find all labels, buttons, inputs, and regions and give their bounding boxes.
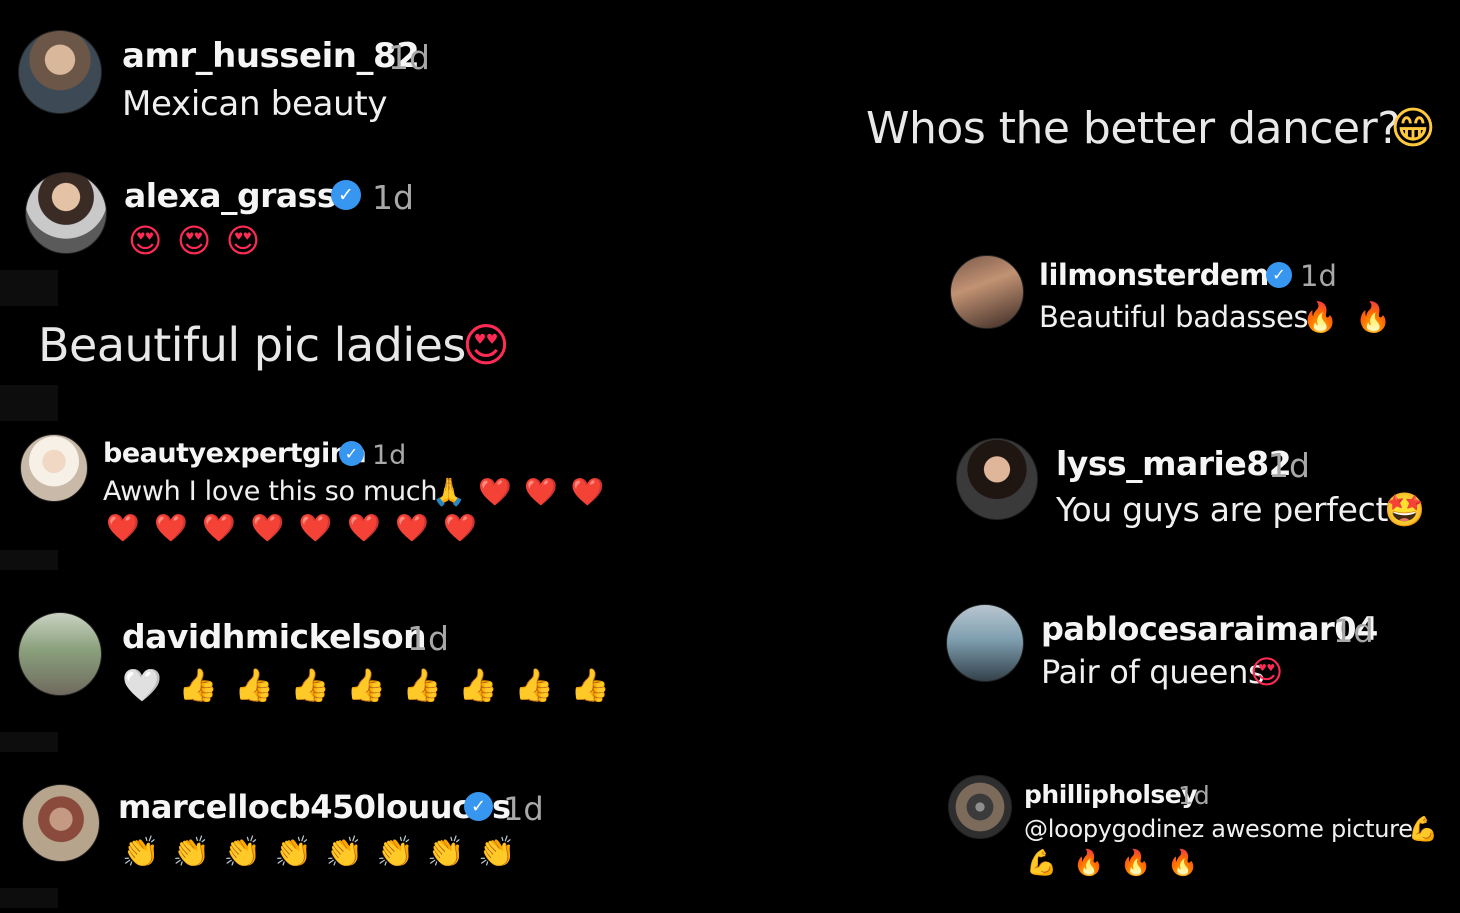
post-caption-right: Whos the better dancer? xyxy=(866,103,1401,154)
comment-text: Awwh I love this so much xyxy=(103,476,438,507)
verified-badge-icon: ✓ xyxy=(1266,262,1292,288)
comment-timestamp: 1d xyxy=(388,38,430,77)
comment-timestamp: 1d xyxy=(407,619,449,658)
comment-timestamp: 1d xyxy=(1178,781,1210,810)
avatar[interactable] xyxy=(22,784,100,862)
avatar[interactable] xyxy=(946,604,1024,682)
verified-badge-icon: ✓ xyxy=(331,180,361,210)
thumbs-up-emoji: 🤍 👍 👍 👍 👍 👍 👍 👍 👍 xyxy=(122,666,613,704)
comment-text: Beautiful badasses xyxy=(1039,300,1309,334)
comment-text: Mexican beauty xyxy=(122,84,388,124)
grinning-face-emoji: 😁 xyxy=(1390,103,1436,154)
fire-emoji: 💪 🔥 🔥 🔥 xyxy=(1026,848,1203,877)
crop-edge-mark xyxy=(0,550,58,570)
crop-edge-mark xyxy=(0,385,58,421)
verified-badge-icon: ✓ xyxy=(339,441,364,466)
heart-eyes-emoji: 😍 xyxy=(1250,653,1284,691)
comment-username[interactable]: davidhmickelson xyxy=(122,617,427,656)
crop-edge-mark xyxy=(0,732,58,752)
heart-emoji: 🙏 ❤️ ❤️ ❤️ xyxy=(432,477,607,508)
avatar[interactable] xyxy=(950,255,1024,329)
heart-emoji: ❤️ ❤️ ❤️ ❤️ ❤️ ❤️ ❤️ ❤️ xyxy=(106,513,481,544)
avatar[interactable] xyxy=(956,438,1038,520)
comment-username[interactable]: pablocesaraimar04 xyxy=(1041,610,1378,648)
comment-text: @loopygodinez awesome picture xyxy=(1024,815,1413,843)
comment-timestamp: 1d xyxy=(372,178,414,217)
comment-username[interactable]: marcellocb450louucos xyxy=(118,788,511,826)
comment-username[interactable]: alexa_grasso xyxy=(124,176,359,215)
avatar[interactable] xyxy=(18,612,102,696)
verified-badge-icon: ✓ xyxy=(464,792,493,821)
comment-text: Pair of queens xyxy=(1041,653,1265,691)
heart-eyes-emoji: 😍 xyxy=(462,318,510,372)
comment-username[interactable]: lilmonsterdemo xyxy=(1039,258,1289,292)
comment-username[interactable]: amr_hussein_82 xyxy=(122,36,420,76)
comment-username[interactable]: lyss_marie82 xyxy=(1056,444,1292,483)
avatar[interactable] xyxy=(20,434,88,502)
star-struck-emoji: 🤩 xyxy=(1384,490,1426,529)
post-caption-left: Beautiful pic ladies xyxy=(38,318,466,372)
comment-timestamp: 1d xyxy=(1300,259,1337,293)
comment-timestamp: 1d xyxy=(1268,446,1310,485)
avatar[interactable] xyxy=(25,172,107,254)
comment-timestamp: 1d xyxy=(1333,612,1374,650)
comment-username[interactable]: phillipholsey xyxy=(1024,780,1198,809)
avatar[interactable] xyxy=(18,30,102,114)
comment-text: You guys are perfect xyxy=(1056,490,1389,529)
fire-emoji: 🔥 🔥 xyxy=(1302,300,1396,334)
flexed-biceps-emoji: 💪 xyxy=(1408,815,1438,843)
clapping-hands-emoji: 👏 👏 👏 👏 👏 👏 👏 👏 xyxy=(122,835,518,870)
crop-edge-mark xyxy=(0,270,58,306)
comment-username[interactable]: beautyexpertgina xyxy=(103,438,367,469)
comment-timestamp: 1d xyxy=(372,440,407,471)
heart-eyes-emoji: 😍 😍 😍 xyxy=(128,221,263,260)
comment-timestamp: 1d xyxy=(503,790,544,828)
avatar[interactable] xyxy=(948,775,1012,839)
crop-edge-mark xyxy=(0,888,58,908)
